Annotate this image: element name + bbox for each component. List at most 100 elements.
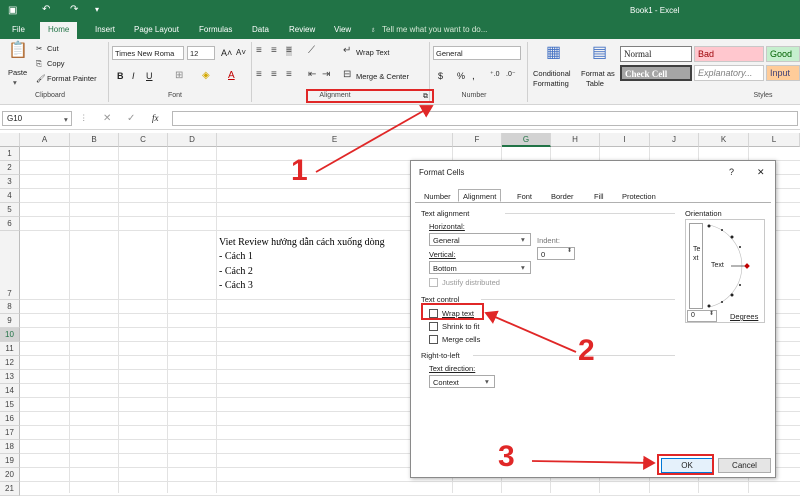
style-input[interactable]: Input (766, 65, 800, 81)
row-header-14[interactable]: 14 (0, 384, 20, 398)
confirm-entry-icon[interactable]: ✓ (127, 113, 135, 124)
increase-decimal-icon[interactable]: ⁺.0 (490, 70, 500, 78)
tab-file[interactable]: File (12, 25, 25, 34)
row-header-17[interactable]: 17 (0, 426, 20, 440)
column-header-h[interactable]: H (551, 133, 600, 147)
merge-center-button[interactable]: Merge & Center (356, 72, 409, 81)
tell-me-input[interactable]: Tell me what you want to do... (382, 25, 487, 34)
paste-icon[interactable]: 📋 (8, 43, 28, 64)
column-header-e[interactable]: E (217, 133, 453, 147)
row-header-2[interactable]: 2 (0, 161, 20, 175)
row-header-4[interactable]: 4 (0, 189, 20, 203)
italic-button[interactable]: I (132, 71, 135, 81)
row-header-3[interactable]: 3 (0, 175, 20, 189)
undo-icon[interactable]: ↶ (42, 4, 50, 15)
format-painter-button[interactable]: Format Painter (47, 74, 97, 83)
style-explanatory[interactable]: Explanatory... (694, 65, 764, 81)
formula-input[interactable] (172, 111, 798, 126)
row-header-18[interactable]: 18 (0, 440, 20, 454)
style-normal[interactable]: Normal (620, 46, 692, 62)
vertical-text-button[interactable] (689, 223, 703, 309)
format-as-table-icon[interactable]: ▤ (592, 44, 607, 62)
vertical-dropdown-icon[interactable]: ▾ (521, 263, 525, 272)
row-header-7[interactable]: 7 (0, 231, 20, 300)
row-header-12[interactable]: 12 (0, 356, 20, 370)
comma-button[interactable]: , (472, 71, 475, 82)
align-center-icon[interactable]: ≡ (271, 70, 277, 80)
format-as-table-button[interactable]: Format as (581, 69, 615, 78)
quick-access-dropdown-icon[interactable]: ▾ (95, 5, 99, 14)
indent-spin-icon[interactable]: ⬍ (567, 247, 572, 254)
cut-icon[interactable]: ✂ (36, 44, 42, 53)
format-painter-icon[interactable]: 🖌 (36, 74, 46, 83)
name-box-dropdown-icon[interactable]: ▾ (64, 115, 68, 124)
conditional-formatting-icon[interactable]: ▦ (546, 44, 561, 62)
wrap-text-button[interactable]: Wrap Text (356, 48, 390, 57)
conditional-formatting-button[interactable]: Conditional (533, 69, 571, 78)
text-direction-dropdown-icon[interactable]: ▾ (485, 377, 489, 386)
dialog-help-button[interactable]: ? (729, 167, 734, 177)
bottom-align-icon[interactable]: ≡ (286, 46, 292, 56)
column-header-l[interactable]: L (749, 133, 800, 147)
increase-indent-icon[interactable]: ⇥ (322, 70, 330, 80)
tab-formulas[interactable]: Formulas (199, 25, 232, 34)
row-header-8[interactable]: 8 (0, 300, 20, 314)
number-format-select[interactable]: General (433, 46, 521, 60)
horizontal-select[interactable]: General (429, 233, 531, 246)
cut-button[interactable]: Cut (47, 44, 59, 53)
paste-button[interactable]: Paste (8, 68, 27, 77)
save-icon[interactable]: ▣ (8, 5, 17, 16)
name-box[interactable]: G10 (2, 111, 72, 126)
justify-distributed-checkbox[interactable] (429, 278, 438, 287)
copy-button[interactable]: Copy (47, 59, 65, 68)
column-header-c[interactable]: C (119, 133, 168, 147)
column-header-d[interactable]: D (168, 133, 217, 147)
row-header-16[interactable]: 16 (0, 412, 20, 426)
copy-icon[interactable]: ⎘ (36, 59, 42, 69)
column-header-f[interactable]: F (453, 133, 502, 147)
tab-view[interactable]: View (334, 25, 351, 34)
dialog-tab-fill[interactable]: Fill (589, 189, 609, 202)
align-left-icon[interactable]: ≡ (256, 70, 262, 80)
vertical-select[interactable]: Bottom (429, 261, 531, 274)
insert-function-button[interactable]: fx (152, 113, 159, 123)
borders-icon[interactable]: ⊞ (175, 70, 183, 81)
horizontal-dropdown-icon[interactable]: ▾ (521, 235, 525, 244)
currency-button[interactable]: $ (438, 71, 443, 81)
align-right-icon[interactable]: ≡ (286, 70, 292, 80)
row-header-9[interactable]: 9 (0, 314, 20, 328)
tab-home[interactable]: Home (40, 22, 78, 39)
column-header-j[interactable]: J (650, 133, 699, 147)
row-header-1[interactable]: 1 (0, 147, 20, 161)
cancel-entry-icon[interactable]: ✕ (103, 113, 111, 124)
dialog-tab-number[interactable]: Number (419, 189, 456, 202)
decrease-decimal-icon[interactable]: .0⁻ (506, 70, 516, 78)
dialog-tab-border[interactable]: Border (546, 189, 579, 202)
row-header-5[interactable]: 5 (0, 203, 20, 217)
dialog-tab-alignment[interactable]: Alignment (458, 189, 502, 202)
row-header-20[interactable]: 20 (0, 468, 20, 482)
shrink-to-fit-checkbox[interactable] (429, 322, 438, 331)
percent-button[interactable]: % (457, 71, 465, 81)
style-check-cell[interactable]: Check Cell (620, 65, 692, 81)
underline-button[interactable]: U (146, 71, 153, 81)
bold-button[interactable]: B (117, 71, 124, 81)
row-header-13[interactable]: 13 (0, 370, 20, 384)
degrees-spin-icon[interactable]: ⬍ (709, 310, 714, 317)
font-color-icon[interactable]: A (228, 70, 235, 81)
cancel-button[interactable]: Cancel (718, 458, 771, 473)
middle-align-icon[interactable]: ≡ (271, 46, 277, 56)
style-bad[interactable]: Bad (694, 46, 764, 62)
decrease-indent-icon[interactable]: ⇤ (308, 70, 316, 80)
style-good[interactable]: Good (766, 46, 800, 62)
dialog-close-button[interactable]: ✕ (757, 167, 765, 178)
row-header-21[interactable]: 21 (0, 482, 20, 496)
column-header-g[interactable]: G (502, 133, 551, 147)
tab-data[interactable]: Data (252, 25, 269, 34)
shrink-font-icon[interactable]: A˅ (236, 48, 246, 57)
merge-cells-checkbox[interactable] (429, 335, 438, 344)
column-header-a[interactable]: A (20, 133, 70, 147)
font-size-select[interactable]: 12 (187, 46, 215, 60)
tab-page-layout[interactable]: Page Layout (134, 25, 179, 34)
dialog-tab-protection[interactable]: Protection (617, 189, 661, 202)
